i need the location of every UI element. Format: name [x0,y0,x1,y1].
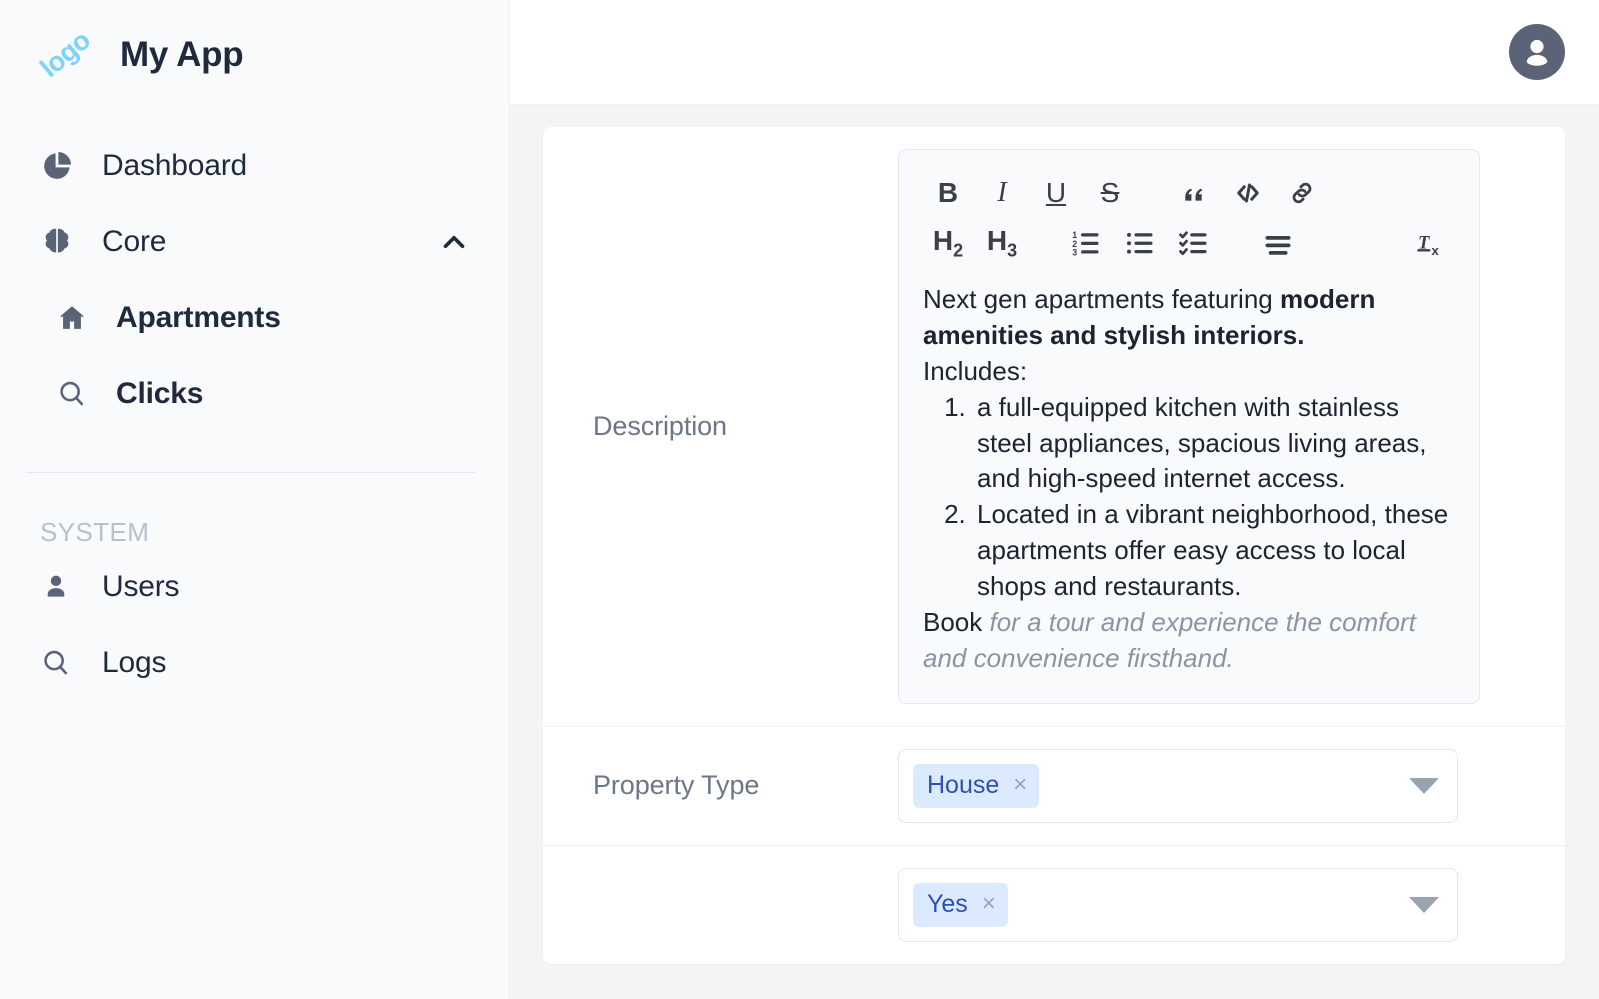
strikethrough-glyph: S [1101,179,1120,207]
bold-icon[interactable]: B [921,171,975,215]
chevron-up-icon[interactable] [437,225,471,259]
ordered-list-icon[interactable]: 1 2 3 [1059,221,1113,265]
sidebar-item-label: Apartments [116,301,281,335]
editor-paragraph-2: Includes: [923,354,1455,390]
editor-p3-italic: for a tour and experience the comfort an… [923,607,1416,673]
strikethrough-icon[interactable]: S [1083,171,1137,215]
field-description: B I U S [898,149,1565,704]
h2-sub: 2 [953,240,963,260]
sidebar-item-label: Logs [102,646,166,680]
close-icon[interactable]: × [982,892,996,916]
search-icon [56,378,100,410]
logo-text: logo [34,25,96,84]
topbar [510,0,1599,105]
label-description: Description [543,411,898,442]
editor-p3-normal: Book [923,607,990,637]
sidebar-item-label: Dashboard [102,149,247,183]
editor-paragraph-1: Next gen apartments featuring modern ame… [923,282,1455,354]
label-property-type: Property Type [543,770,898,801]
pie-chart-icon [40,149,84,183]
clear-format-icon[interactable]: T x [1403,221,1457,265]
code-block-icon[interactable] [1221,171,1275,215]
app-root: logo My App Dashboard [0,0,1599,999]
list-item: Located in a vibrant neighborhood, these… [973,497,1455,605]
close-icon[interactable]: × [1013,773,1027,797]
chip-label: Yes [927,890,968,919]
home-icon [56,302,100,334]
property-type-chip[interactable]: House × [913,764,1039,808]
sidebar-item-apartments[interactable]: Apartments [0,280,509,356]
brand[interactable]: logo My App [0,0,509,110]
bold-glyph: B [938,179,958,207]
rich-text-editor[interactable]: B I U S [898,149,1480,704]
app-title: My App [120,35,243,75]
person-icon [40,571,84,603]
bottom-chip[interactable]: Yes × [913,883,1008,927]
toolbar-row-1: B I U S [921,168,1457,218]
caret-down-icon[interactable] [1409,778,1439,794]
sidebar-item-core[interactable]: Core [0,204,509,280]
search-icon [40,647,84,679]
italic-icon[interactable]: I [975,171,1029,215]
sidebar: logo My App Dashboard [0,0,510,999]
sidebar-item-dashboard[interactable]: Dashboard [0,128,509,204]
logo-icon: logo [40,29,92,81]
editor-ordered-list: a full-equipped kitchen with stainless s… [923,390,1455,605]
check-list-icon[interactable] [1167,221,1221,265]
form-row-bottom: Yes × [543,846,1565,964]
svg-text:x: x [1431,243,1439,258]
sidebar-item-clicks[interactable]: Clicks [0,356,509,432]
heading-3-icon[interactable]: H3 [975,221,1029,265]
bullet-list-icon[interactable] [1113,221,1167,265]
sidebar-nav: Dashboard Core [0,110,509,701]
field-bottom: Yes × [898,868,1565,942]
main-area: Description B I [510,0,1599,999]
toolbar-row-2: H2 H3 1 2 3 [921,218,1457,268]
underline-glyph: U [1046,179,1066,207]
sidebar-item-label: Clicks [116,377,203,411]
field-property-type: House × [898,749,1565,823]
sidebar-section-system: SYSTEM [0,473,509,549]
sidebar-item-users[interactable]: Users [0,549,509,625]
form-row-property-type: Property Type House × [543,727,1565,846]
editor-paragraph-3: Book for a tour and experience the comfo… [923,605,1455,677]
content-scroll: Description B I [510,105,1599,999]
brain-icon [40,225,84,259]
sidebar-item-label: Users [102,570,179,604]
blockquote-icon[interactable] [1167,171,1221,215]
caret-down-icon[interactable] [1409,897,1439,913]
heading-2-icon[interactable]: H2 [921,221,975,265]
account-circle-icon[interactable] [1509,24,1565,80]
chip-label: House [927,771,999,800]
svg-text:3: 3 [1072,248,1077,258]
sidebar-item-label: Core [102,225,166,259]
property-type-select[interactable]: House × [898,749,1458,823]
editor-p1-normal: Next gen apartments featuring [923,284,1280,314]
form-card: Description B I [543,127,1565,964]
list-item: a full-equipped kitchen with stainless s… [973,390,1455,498]
underline-icon[interactable]: U [1029,171,1083,215]
bottom-select[interactable]: Yes × [898,868,1458,942]
link-icon[interactable] [1275,171,1329,215]
form-row-description: Description B I [543,127,1565,727]
editor-toolbar: B I U S [899,150,1479,276]
sidebar-item-logs[interactable]: Logs [0,625,509,701]
editor-content[interactable]: Next gen apartments featuring modern ame… [899,276,1479,703]
h3-sub: 3 [1007,240,1017,260]
italic-glyph: I [997,179,1006,207]
align-icon[interactable] [1251,221,1305,265]
